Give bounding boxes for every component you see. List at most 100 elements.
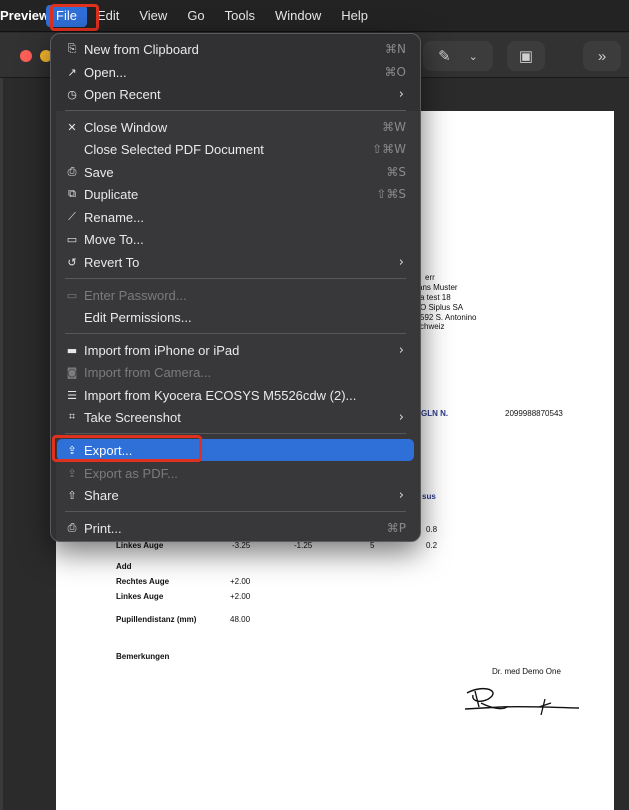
menu-item-share[interactable]: ⇧ Share › <box>57 484 414 506</box>
menu-window[interactable]: Window <box>265 5 331 27</box>
left-eye-cylinder: -1.25 <box>294 541 313 550</box>
left-eye-axis: 5 <box>370 541 375 550</box>
menu-separator <box>65 511 406 512</box>
left-eye-sphere: -3.25 <box>232 541 251 550</box>
menu-item-new-from-clipboard[interactable]: ⎘ New from Clipboard ⌘N <box>57 38 414 60</box>
chevron-down-icon: ⌄ <box>468 50 478 63</box>
menu-item-label: Import from Kyocera ECOSYS M5526cdw (2).… <box>84 387 357 403</box>
menu-item-open[interactable]: ↗ Open... ⌘O <box>57 61 414 83</box>
screenshot-icon: ⌗ <box>68 410 76 423</box>
address-line: a test 18 <box>420 293 451 302</box>
remarks-label: Bemerkungen <box>116 652 170 661</box>
menu-item-close-selected-pdf[interactable]: Close Selected PDF Document ⇧⌘W <box>57 138 414 160</box>
export-icon: ⇪ <box>67 443 77 457</box>
address-line: err <box>425 273 435 282</box>
menu-item-close-window[interactable]: ✕ Close Window ⌘W <box>57 116 414 138</box>
menu-go[interactable]: Go <box>177 5 214 27</box>
markup-toolbar-button[interactable]: ✎ ⌄ <box>423 41 493 71</box>
address-line: 592 S. Antonino <box>420 313 477 322</box>
printer-icon: ⎙ <box>67 521 77 534</box>
sidebar-edge <box>0 78 3 810</box>
menu-item-label: New from Clipboard <box>84 41 199 57</box>
menu-edit[interactable]: Edit <box>87 5 129 27</box>
menu-separator <box>65 433 406 434</box>
menu-item-label: Edit Permissions... <box>84 309 192 325</box>
password-icon: ▭ <box>66 288 78 302</box>
chevron-right-icon: › <box>398 342 404 358</box>
menu-item-enter-password: ▭ Enter Password... <box>57 284 414 306</box>
menu-item-edit-permissions[interactable]: Edit Permissions... <box>57 306 414 328</box>
menu-item-export[interactable]: ⇪ Export... <box>57 439 414 461</box>
chevron-right-icon: › <box>398 254 404 270</box>
menu-item-move-to[interactable]: ▭ Move To... <box>57 228 414 250</box>
menu-tools[interactable]: Tools <box>215 5 265 27</box>
menu-separator <box>65 333 406 334</box>
menu-item-save[interactable]: ⎙ Save ⌘S <box>57 161 414 183</box>
camera-icon: ◙ <box>66 365 78 379</box>
menu-bar: Preview File Edit View Go Tools Window H… <box>0 0 629 32</box>
left-eye-visus: 0.2 <box>426 541 438 550</box>
menu-file[interactable]: File <box>46 4 87 27</box>
duplicate-icon: ⧉ <box>68 187 76 200</box>
visus-header: sus <box>422 492 436 501</box>
menu-view[interactable]: View <box>129 5 177 27</box>
x-icon: ✕ <box>67 120 77 134</box>
left-eye-label: Linkes Auge <box>116 541 164 550</box>
menu-item-duplicate[interactable]: ⧉ Duplicate ⇧⌘S <box>57 183 414 205</box>
menu-item-label: Print... <box>84 520 122 536</box>
menu-item-label: Export as PDF... <box>84 465 178 481</box>
clipboard-icon: ⎘ <box>67 42 77 55</box>
menu-item-import-kyocera[interactable]: ☰ Import from Kyocera ECOSYS M5526cdw (2… <box>57 384 414 406</box>
menu-item-shortcut: ⌘N <box>385 42 406 56</box>
address-line: O Siplus SA <box>420 303 464 312</box>
pupillary-distance-value: 48.00 <box>230 615 251 624</box>
pencil-icon: ⟋ <box>68 210 76 223</box>
menu-item-label: Save <box>84 164 114 180</box>
menu-help[interactable]: Help <box>331 5 378 27</box>
menu-item-shortcut: ⇧⌘W <box>372 142 406 156</box>
image-frame-icon: ▣ <box>518 48 534 65</box>
menu-item-shortcut: ⌘O <box>384 65 406 79</box>
add-label: Add <box>116 562 132 571</box>
share-icon: ⇧ <box>67 488 77 502</box>
app-name[interactable]: Preview <box>0 8 49 23</box>
menu-item-take-screenshot[interactable]: ⌗ Take Screenshot › <box>57 406 414 428</box>
chevron-double-right-icon: » <box>597 47 607 65</box>
add-right-eye-value: +2.00 <box>230 577 251 586</box>
menu-separator <box>65 110 406 111</box>
menu-item-label: Move To... <box>84 231 144 247</box>
menu-item-label: Export... <box>84 442 133 458</box>
menu-item-shortcut: ⌘W <box>382 120 406 134</box>
menu-item-label: Rename... <box>84 209 144 225</box>
close-window-button[interactable] <box>20 50 32 62</box>
revert-icon: ↺ <box>67 255 77 269</box>
menu-item-open-recent[interactable]: ◷ Open Recent › <box>57 83 414 105</box>
menu-item-import-iphone[interactable]: ▬ Import from iPhone or iPad › <box>57 339 414 361</box>
add-left-eye-label: Linkes Auge <box>116 592 164 601</box>
chevron-right-icon: › <box>398 487 404 503</box>
scanner-icon: ☰ <box>67 388 77 402</box>
menu-item-revert-to[interactable]: ↺ Revert To › <box>57 251 414 273</box>
menu-item-rename[interactable]: ⟋ Rename... <box>57 206 414 228</box>
gln-value: 2099988870543 <box>505 409 563 418</box>
right-eye-visus: 0.8 <box>426 525 438 534</box>
menu-item-shortcut: ⇧⌘S <box>376 187 406 201</box>
gln-label: GLN N. <box>421 409 449 418</box>
menu-item-import-camera: ◙ Import from Camera... <box>57 361 414 383</box>
address-line: chweiz <box>420 322 445 331</box>
menu-item-label: Close Window <box>84 119 168 135</box>
doctor-name: Dr. med Demo One <box>492 667 561 676</box>
menu-item-label: Import from iPhone or iPad <box>84 342 240 358</box>
menu-item-label: Open Recent <box>84 86 161 102</box>
menu-item-print[interactable]: ⎙ Print... ⌘P <box>57 517 414 539</box>
menu-item-label: Share <box>84 487 119 503</box>
menu-item-export-pdf: ⇪ Export as PDF... <box>57 462 414 484</box>
more-toolbar-button[interactable]: » <box>583 41 621 71</box>
arrow-up-right-icon: ↗ <box>67 65 77 79</box>
chevron-right-icon: › <box>398 86 404 102</box>
rotate-toolbar-button[interactable]: ▣ <box>507 41 545 71</box>
menu-item-label: Revert To <box>84 254 140 270</box>
clock-icon: ◷ <box>67 87 77 101</box>
file-menu-dropdown: ⎘ New from Clipboard ⌘N ↗ Open... ⌘O ◷ O… <box>50 33 421 542</box>
menu-item-label: Take Screenshot <box>84 409 181 425</box>
